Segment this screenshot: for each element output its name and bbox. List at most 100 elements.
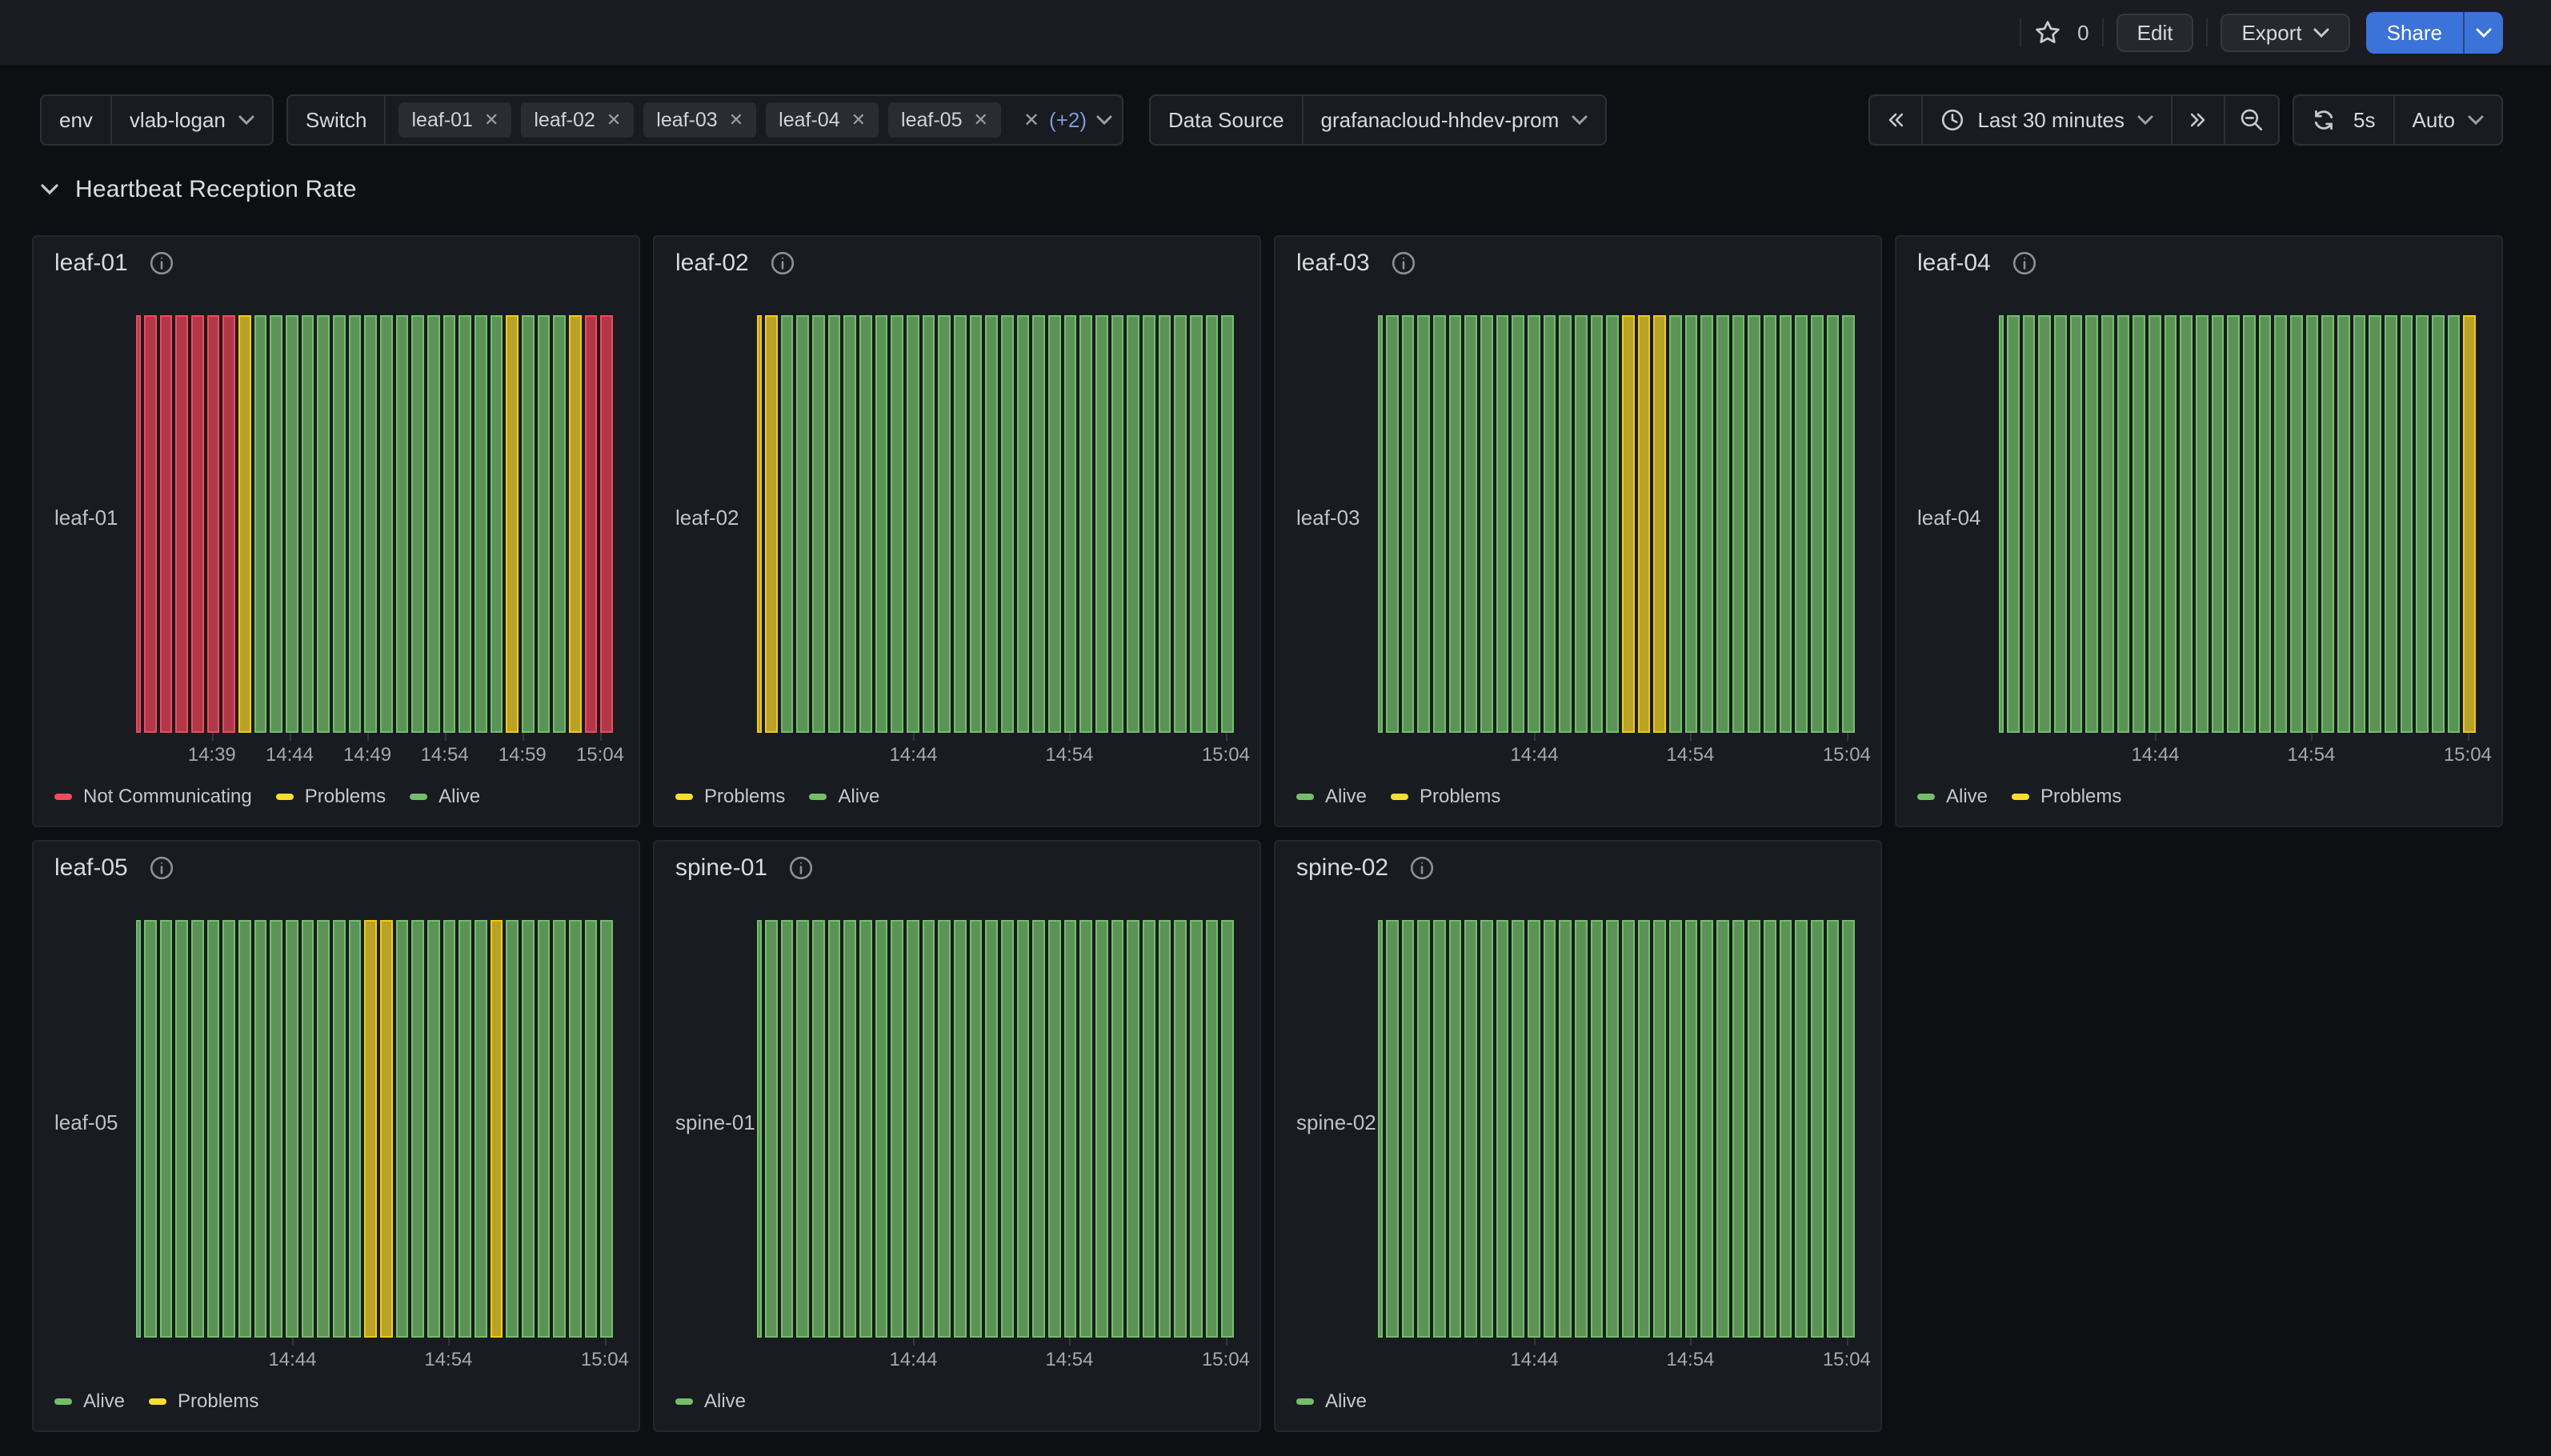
switch-tag[interactable]: leaf-05✕ xyxy=(888,102,1001,138)
state-bar-alive[interactable] xyxy=(970,920,983,1338)
state-bar-not_communicating[interactable] xyxy=(191,315,204,733)
state-bar-alive[interactable] xyxy=(207,920,220,1338)
state-bar-alive[interactable] xyxy=(1449,315,1462,733)
share-button-label[interactable]: Share xyxy=(2366,12,2463,54)
state-bar-alive[interactable] xyxy=(1001,315,1014,733)
state-bar-alive[interactable] xyxy=(2259,315,2272,733)
state-bar-alive[interactable] xyxy=(1559,315,1572,733)
state-bar-alive[interactable] xyxy=(1496,920,1509,1338)
panel-title[interactable]: leaf-03 xyxy=(1296,250,1370,277)
state-bar-alive[interactable] xyxy=(1417,315,1430,733)
share-button[interactable]: Share xyxy=(2366,12,2503,54)
state-bar-problems[interactable] xyxy=(491,920,503,1338)
state-bar-alive[interactable] xyxy=(843,920,856,1338)
state-bar-alive[interactable] xyxy=(1386,315,1399,733)
state-bar-alive[interactable] xyxy=(1748,315,1760,733)
state-bar-alive[interactable] xyxy=(522,920,535,1338)
share-dropdown-caret[interactable] xyxy=(2463,12,2503,54)
legend-label[interactable]: Alive xyxy=(439,786,480,808)
state-bar-alive[interactable] xyxy=(1700,315,1713,733)
time-shift-forward-button[interactable] xyxy=(2171,96,2224,144)
state-bar-problems[interactable] xyxy=(1638,315,1651,733)
state-timeline-plot[interactable] xyxy=(757,920,1234,1338)
state-bar-not_communicating[interactable] xyxy=(160,315,173,733)
state-bar-alive[interactable] xyxy=(1064,315,1077,733)
state-bar-alive[interactable] xyxy=(923,315,935,733)
state-bar-alive[interactable] xyxy=(1378,315,1383,733)
state-bar-alive[interactable] xyxy=(2070,315,2083,733)
state-bar-alive[interactable] xyxy=(2023,315,2036,733)
state-bar-alive[interactable] xyxy=(2243,315,2256,733)
state-bar-alive[interactable] xyxy=(2416,315,2429,733)
state-bar-alive[interactable] xyxy=(1842,315,1855,733)
state-bar-alive[interactable] xyxy=(938,315,951,733)
state-bar-alive[interactable] xyxy=(812,920,825,1338)
state-bar-alive[interactable] xyxy=(2054,315,2067,733)
state-bar-alive[interactable] xyxy=(1811,920,1824,1338)
state-bar-alive[interactable] xyxy=(985,920,998,1338)
state-bar-alive[interactable] xyxy=(1606,315,1619,733)
state-bar-alive[interactable] xyxy=(2274,315,2287,733)
state-bar-alive[interactable] xyxy=(1638,920,1651,1338)
state-bar-alive[interactable] xyxy=(459,920,471,1338)
panel-title[interactable]: leaf-01 xyxy=(54,250,128,277)
state-bar-alive[interactable] xyxy=(1174,315,1187,733)
state-bar-alive[interactable] xyxy=(1732,315,1745,733)
state-bar-alive[interactable] xyxy=(923,920,935,1338)
state-bar-alive[interactable] xyxy=(1001,920,1014,1338)
panel-title[interactable]: spine-01 xyxy=(675,854,767,882)
state-bar-alive[interactable] xyxy=(302,920,314,1338)
state-bar-alive[interactable] xyxy=(286,315,298,733)
state-bar-alive[interactable] xyxy=(2227,315,2240,733)
remove-tag-icon[interactable]: ✕ xyxy=(607,110,621,130)
state-bar-problems[interactable] xyxy=(238,315,251,733)
state-bar-alive[interactable] xyxy=(796,920,809,1338)
state-bar-alive[interactable] xyxy=(427,315,440,733)
state-bar-alive[interactable] xyxy=(1700,920,1713,1338)
state-bar-alive[interactable] xyxy=(907,920,919,1338)
state-timeline-plot[interactable] xyxy=(1378,920,1855,1338)
legend-label[interactable]: Alive xyxy=(83,1390,125,1413)
remove-tag-icon[interactable]: ✕ xyxy=(484,110,499,130)
state-bar-alive[interactable] xyxy=(1827,920,1840,1338)
state-bar-alive[interactable] xyxy=(2149,315,2161,733)
legend-label[interactable]: Not Communicating xyxy=(83,786,252,808)
state-bar-alive[interactable] xyxy=(144,920,157,1338)
state-bar-alive[interactable] xyxy=(1780,315,1792,733)
state-bar-alive[interactable] xyxy=(600,920,613,1338)
info-icon[interactable] xyxy=(770,250,795,276)
state-bar-alive[interactable] xyxy=(333,920,346,1338)
state-bar-alive[interactable] xyxy=(427,920,440,1338)
state-bar-alive[interactable] xyxy=(522,315,535,733)
state-bar-alive[interactable] xyxy=(2007,315,2020,733)
legend-item-not_communicating[interactable]: Not Communicating xyxy=(54,786,252,808)
state-bar-alive[interactable] xyxy=(1190,920,1203,1338)
state-bar-alive[interactable] xyxy=(1480,920,1493,1338)
remove-tag-icon[interactable]: ✕ xyxy=(851,110,866,130)
state-bar-alive[interactable] xyxy=(1378,920,1383,1338)
state-bar-alive[interactable] xyxy=(2401,315,2413,733)
state-bar-alive[interactable] xyxy=(875,920,888,1338)
panel-title[interactable]: leaf-02 xyxy=(675,250,749,277)
state-bar-alive[interactable] xyxy=(1095,315,1108,733)
state-bar-alive[interactable] xyxy=(2432,315,2445,733)
panel-title[interactable]: leaf-04 xyxy=(1917,250,1991,277)
state-bar-alive[interactable] xyxy=(1127,315,1139,733)
state-bar-alive[interactable] xyxy=(1732,920,1745,1338)
state-bar-alive[interactable] xyxy=(781,920,794,1338)
state-bar-not_communicating[interactable] xyxy=(144,315,157,733)
state-bar-alive[interactable] xyxy=(1575,315,1588,733)
state-bar-alive[interactable] xyxy=(2337,315,2350,733)
state-bar-alive[interactable] xyxy=(2196,315,2209,733)
state-bar-alive[interactable] xyxy=(380,315,393,733)
state-bar-alive[interactable] xyxy=(2117,315,2130,733)
state-bar-alive[interactable] xyxy=(1606,920,1619,1338)
state-bar-not_communicating[interactable] xyxy=(136,315,141,733)
state-bar-alive[interactable] xyxy=(1402,315,1415,733)
info-icon[interactable] xyxy=(1391,250,1416,276)
state-bar-alive[interactable] xyxy=(1221,920,1234,1338)
state-bar-alive[interactable] xyxy=(812,315,825,733)
state-bar-problems[interactable] xyxy=(757,315,762,733)
state-bar-alive[interactable] xyxy=(1780,920,1792,1338)
state-bar-alive[interactable] xyxy=(270,920,282,1338)
